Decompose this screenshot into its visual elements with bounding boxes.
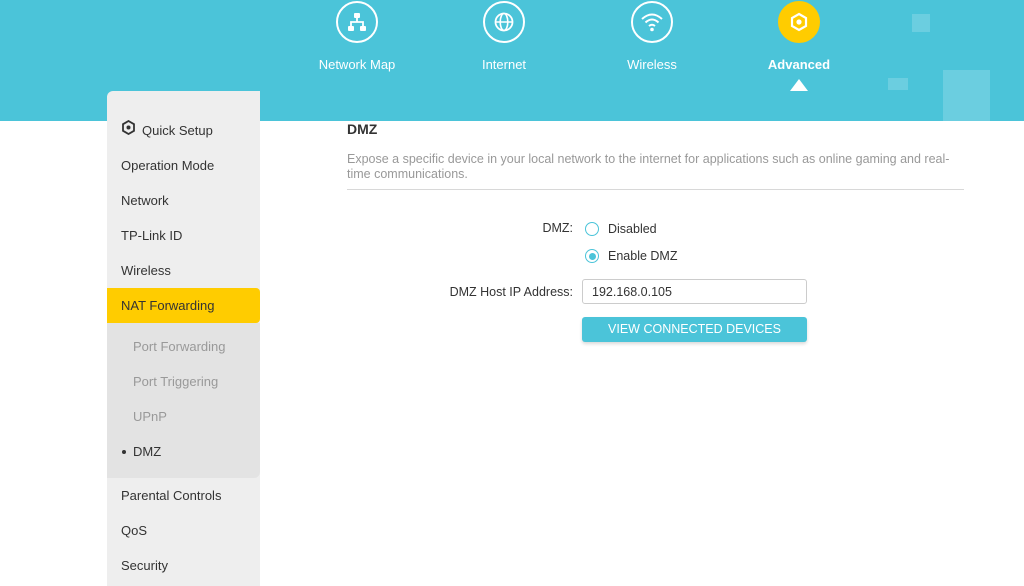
sidebar-item-operation-mode[interactable]: Operation Mode: [107, 148, 260, 183]
submenu-item-dmz[interactable]: DMZ: [107, 434, 260, 469]
top-navigation: Network Map Internet Wireless Advanced: [0, 0, 1024, 100]
sidebar-item-label: NAT Forwarding: [121, 298, 215, 313]
host-ip-input[interactable]: [582, 279, 807, 304]
sidebar-item-label: TP-Link ID: [121, 228, 183, 243]
sidebar-item-label: Network: [121, 193, 169, 208]
nav-internet[interactable]: Internet: [444, 0, 564, 72]
submenu-item-port-triggering[interactable]: Port Triggering: [107, 364, 260, 399]
sidebar-item-label: Parental Controls: [121, 488, 222, 503]
nav-label: Internet: [481, 57, 527, 72]
sidebar-item-qos[interactable]: QoS: [107, 513, 260, 548]
active-dot-icon: [122, 450, 126, 454]
sidebar-item-security[interactable]: Security: [107, 548, 260, 583]
globe-icon: [483, 1, 525, 43]
sidebar-item-label: Wireless: [121, 263, 171, 278]
sidebar-item-quick-setup[interactable]: Quick Setup: [107, 113, 260, 148]
submenu-item-label: Port Forwarding: [133, 339, 226, 354]
network-map-icon: [336, 1, 378, 43]
submenu-item-label: UPnP: [133, 409, 167, 424]
submenu-item-label: Port Triggering: [133, 374, 219, 389]
sidebar: Quick Setup Operation Mode Network TP-Li…: [107, 91, 260, 586]
active-tab-pointer: [790, 79, 808, 91]
view-connected-devices-button[interactable]: VIEW CONNECTED DEVICES: [582, 317, 807, 342]
quick-setup-icon: [121, 113, 136, 148]
radio-disabled[interactable]: [585, 222, 599, 236]
sidebar-item-wireless[interactable]: Wireless: [107, 253, 260, 288]
gear-icon: [778, 1, 820, 43]
sidebar-item-parental-controls[interactable]: Parental Controls: [107, 478, 260, 513]
nav-network-map[interactable]: Network Map: [297, 0, 417, 72]
nav-label: Advanced: [767, 57, 831, 72]
sidebar-item-label: Operation Mode: [121, 158, 215, 173]
nav-label: Wireless: [627, 57, 677, 72]
submenu-item-upnp[interactable]: UPnP: [107, 399, 260, 434]
page-title: DMZ: [347, 121, 378, 137]
sidebar-item-tp-link-id[interactable]: TP-Link ID: [107, 218, 260, 253]
radio-enable-dmz[interactable]: [585, 249, 599, 263]
nav-wireless[interactable]: Wireless: [592, 0, 712, 72]
dmz-label: DMZ:: [542, 221, 573, 235]
sidebar-item-label: Quick Setup: [142, 123, 213, 138]
sidebar-item-label: Security: [121, 558, 168, 573]
sidebar-item-label: QoS: [121, 523, 148, 538]
radio-enable-dmz-label[interactable]: Enable DMZ: [608, 249, 677, 263]
host-ip-label: DMZ Host IP Address:: [449, 285, 573, 299]
sidebar-item-network[interactable]: Network: [107, 183, 260, 218]
page-description: Expose a specific device in your local n…: [347, 152, 950, 181]
sidebar-item-nat-forwarding[interactable]: NAT Forwarding: [107, 288, 260, 323]
nav-advanced[interactable]: Advanced: [739, 0, 859, 72]
radio-disabled-label[interactable]: Disabled: [608, 222, 657, 236]
nav-label: Network Map: [318, 57, 396, 72]
nat-forwarding-submenu: Port Forwarding Port Triggering UPnP DMZ: [107, 323, 260, 478]
divider: [347, 189, 964, 190]
submenu-item-port-forwarding[interactable]: Port Forwarding: [107, 329, 260, 364]
submenu-item-label: DMZ: [133, 444, 162, 459]
wifi-icon: [631, 1, 673, 43]
